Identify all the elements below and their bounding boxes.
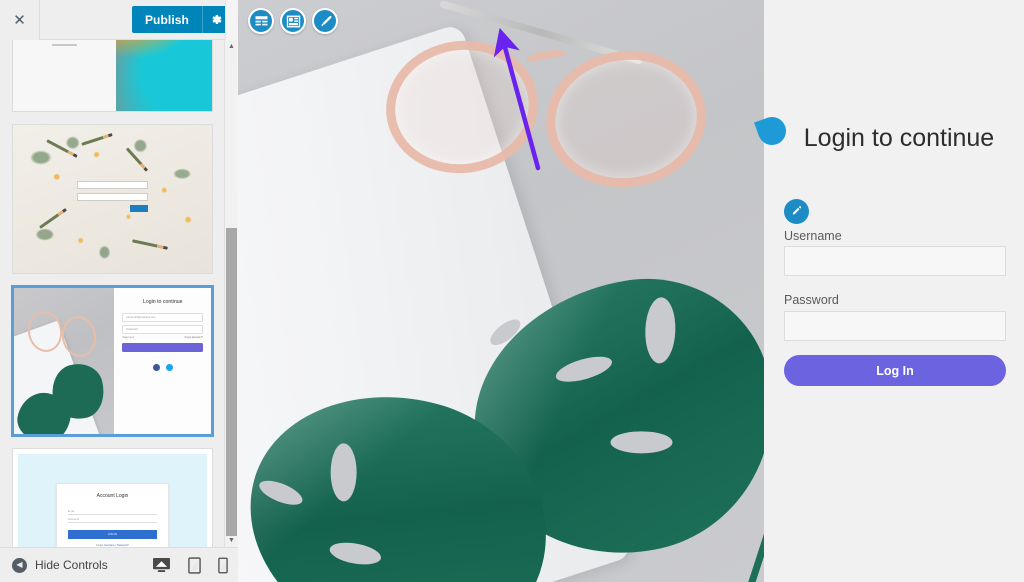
leaf-stem (740, 521, 764, 582)
log-in-button[interactable]: Log In (784, 355, 1006, 386)
customizer-sidebar: ✕ Publish Login to continue johnsmith@ex… (0, 0, 238, 582)
thumb-username: johnsmith@example.com (122, 313, 203, 322)
customizer-screen: ✕ Publish Login to continue johnsmith@ex… (0, 0, 1024, 582)
site-preview: Login to continue Username Password Log … (238, 0, 1024, 582)
preview-edit-toolbar (248, 8, 338, 34)
publish-button[interactable]: Publish (131, 6, 202, 33)
sidebar-footer: ◀ Hide Controls (0, 547, 238, 582)
glasses (377, 0, 748, 215)
list-item[interactable]: Account Login Email Password LOG IN Forg… (12, 448, 213, 547)
device-desktop-button[interactable] (152, 557, 171, 574)
list-item-selected[interactable]: Login to continue johnsmith@example.com … (12, 286, 213, 436)
thumb-title: Login to continue (142, 299, 183, 305)
thumb-password: Password (67, 515, 158, 524)
scroll-up-arrow[interactable]: ▲ (225, 40, 238, 53)
edit-page-layout-icon[interactable] (280, 8, 306, 34)
username-input[interactable] (784, 246, 1006, 276)
list-item[interactable] (12, 124, 213, 274)
close-icon[interactable]: ✕ (0, 0, 40, 40)
list-item[interactable] (12, 40, 213, 112)
username-label: Username (784, 229, 842, 243)
edit-header-layout-icon[interactable] (248, 8, 274, 34)
template-list[interactable]: Login to continue johnsmith@example.com … (0, 40, 225, 547)
sidebar-header: ✕ Publish (0, 0, 238, 40)
device-preview-group (152, 556, 238, 574)
twitter-icon (165, 364, 173, 371)
publish-button-group: Publish (131, 6, 230, 33)
sidebar-scrollbar[interactable]: ▲ ▼ (224, 40, 237, 547)
hero-photo (238, 0, 764, 582)
thumb-forgot: Forgot password? (184, 337, 203, 339)
pencil-edit-icon[interactable] (784, 199, 809, 224)
thumb-submit: LOG IN (67, 530, 158, 540)
thumb-submit (122, 343, 203, 352)
device-mobile-button[interactable] (218, 557, 228, 574)
page-title: Login to continue (803, 124, 995, 152)
thumb-remember: Keep me in (122, 337, 135, 339)
thumb-password: Password (122, 325, 203, 334)
facebook-icon (152, 364, 160, 371)
thumb-email: Email (67, 507, 158, 516)
password-label: Password (784, 293, 839, 307)
chevron-left-icon: ◀ (12, 557, 27, 573)
device-tablet-button[interactable] (188, 556, 201, 574)
edit-style-icon[interactable] (312, 8, 338, 34)
password-input[interactable] (784, 311, 1006, 341)
scroll-down-arrow[interactable]: ▼ (225, 534, 238, 547)
hide-controls-label: Hide Controls (35, 558, 108, 572)
scrollbar-thumb[interactable] (226, 228, 237, 536)
thumb-title: Account Login (96, 493, 129, 500)
hide-controls-button[interactable]: ◀ Hide Controls (0, 557, 108, 573)
login-panel: Login to continue Username Password Log … (754, 0, 1024, 582)
